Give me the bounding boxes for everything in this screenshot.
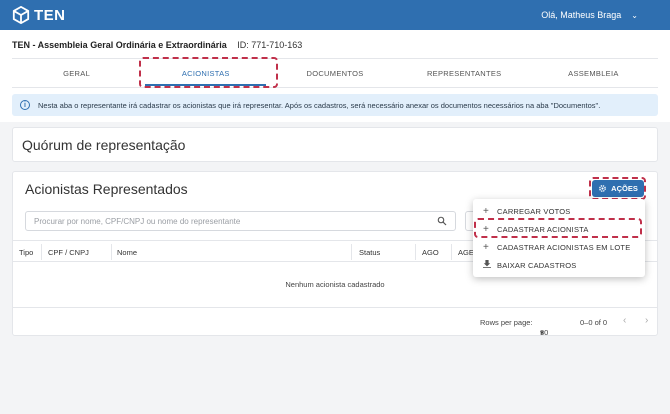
menu-item-baixar-cadastros[interactable]: BAIXAR CADASTROS (473, 256, 645, 274)
search-input[interactable] (34, 216, 437, 226)
column-divider (111, 244, 112, 260)
col-age[interactable]: AGE (458, 248, 474, 257)
column-divider (451, 244, 452, 260)
menu-item-label: CADASTRAR ACIONISTAS EM LOTE (497, 242, 631, 252)
col-tipo[interactable]: Tipo (19, 248, 33, 257)
col-cpf-cnpj[interactable]: CPF / CNPJ (48, 248, 89, 257)
info-banner-text: Nesta aba o representante irá cadastrar … (38, 100, 601, 110)
tab-geral[interactable]: GERAL (12, 59, 141, 87)
plus-icon: + (483, 223, 490, 235)
search-icon[interactable] (437, 216, 447, 226)
page-title-row: TEN - Assembleia Geral Ordinária e Extra… (12, 40, 302, 50)
acoes-button[interactable]: AÇÕES (592, 180, 644, 197)
info-icon: i (20, 100, 30, 110)
column-divider (415, 244, 416, 260)
download-icon (483, 259, 497, 271)
menu-item-cadastrar-lote[interactable]: + CADASTRAR ACIONISTAS EM LOTE (473, 238, 645, 256)
plus-icon: + (483, 205, 490, 217)
empty-state-text: Nenhum acionista cadastrado (285, 280, 385, 289)
menu-item-label: CARREGAR VOTOS (497, 206, 571, 216)
tab-bar: GERAL ACIONISTAS DOCUMENTOS REPRESENTANT… (12, 58, 658, 88)
page-title: TEN - Assembleia Geral Ordinária e Extra… (12, 40, 227, 50)
info-banner: i Nesta aba o representante irá cadastra… (12, 94, 658, 116)
logo-text: TEN (34, 6, 66, 24)
tab-representantes[interactable]: REPRESENTANTES (400, 59, 529, 87)
chevron-right-icon[interactable]: › (645, 315, 648, 326)
col-status[interactable]: Status (359, 248, 380, 257)
top-bar: TEN Olá, Matheus Braga ⌄ (0, 0, 670, 30)
quorum-title: Quórum de representação (22, 137, 186, 153)
col-nome[interactable]: Nome (117, 248, 137, 257)
gear-icon (599, 185, 607, 192)
menu-item-label: BAIXAR CADASTROS (497, 260, 577, 270)
chevron-left-icon[interactable]: ‹ (623, 315, 626, 326)
column-divider (41, 244, 42, 260)
actions-menu: + CARREGAR VOTOS + CADASTRAR ACIONISTA +… (473, 199, 645, 277)
chevron-down-icon: ⌄ (631, 10, 638, 20)
plus-icon: + (483, 241, 490, 253)
menu-item-cadastrar-acionista[interactable]: + CADASTRAR ACIONISTA (473, 220, 645, 238)
tab-documentos[interactable]: DOCUMENTOS (270, 59, 399, 87)
acionistas-title: Acionistas Representados (25, 181, 188, 197)
app-logo[interactable]: TEN (12, 6, 66, 24)
acoes-label: AÇÕES (611, 184, 638, 193)
pagination-range: 0–0 of 0 (580, 318, 608, 327)
menu-item-carregar-votos[interactable]: + CARREGAR VOTOS (473, 202, 645, 220)
column-divider (351, 244, 352, 260)
table-pagination: Rows per page: 30 ▾ 0–0 of 0 ‹ › (13, 307, 657, 337)
menu-item-label: CADASTRAR ACIONISTA (497, 224, 589, 234)
quorum-card: Quórum de representação (12, 127, 658, 162)
tab-acionistas[interactable]: ACIONISTAS (141, 59, 270, 87)
rows-per-page-label: Rows per page: (480, 318, 533, 327)
user-greeting: Olá, Matheus Braga (541, 10, 622, 20)
page-id: ID: 771-710-163 (237, 40, 303, 50)
col-ago[interactable]: AGO (422, 248, 439, 257)
logo-icon (12, 6, 30, 24)
user-menu[interactable]: Olá, Matheus Braga ⌄ (541, 10, 638, 20)
tab-assembleia[interactable]: ASSEMBLEIA (529, 59, 658, 87)
caret-down-icon: ▾ (540, 328, 544, 337)
search-box[interactable] (25, 211, 456, 231)
